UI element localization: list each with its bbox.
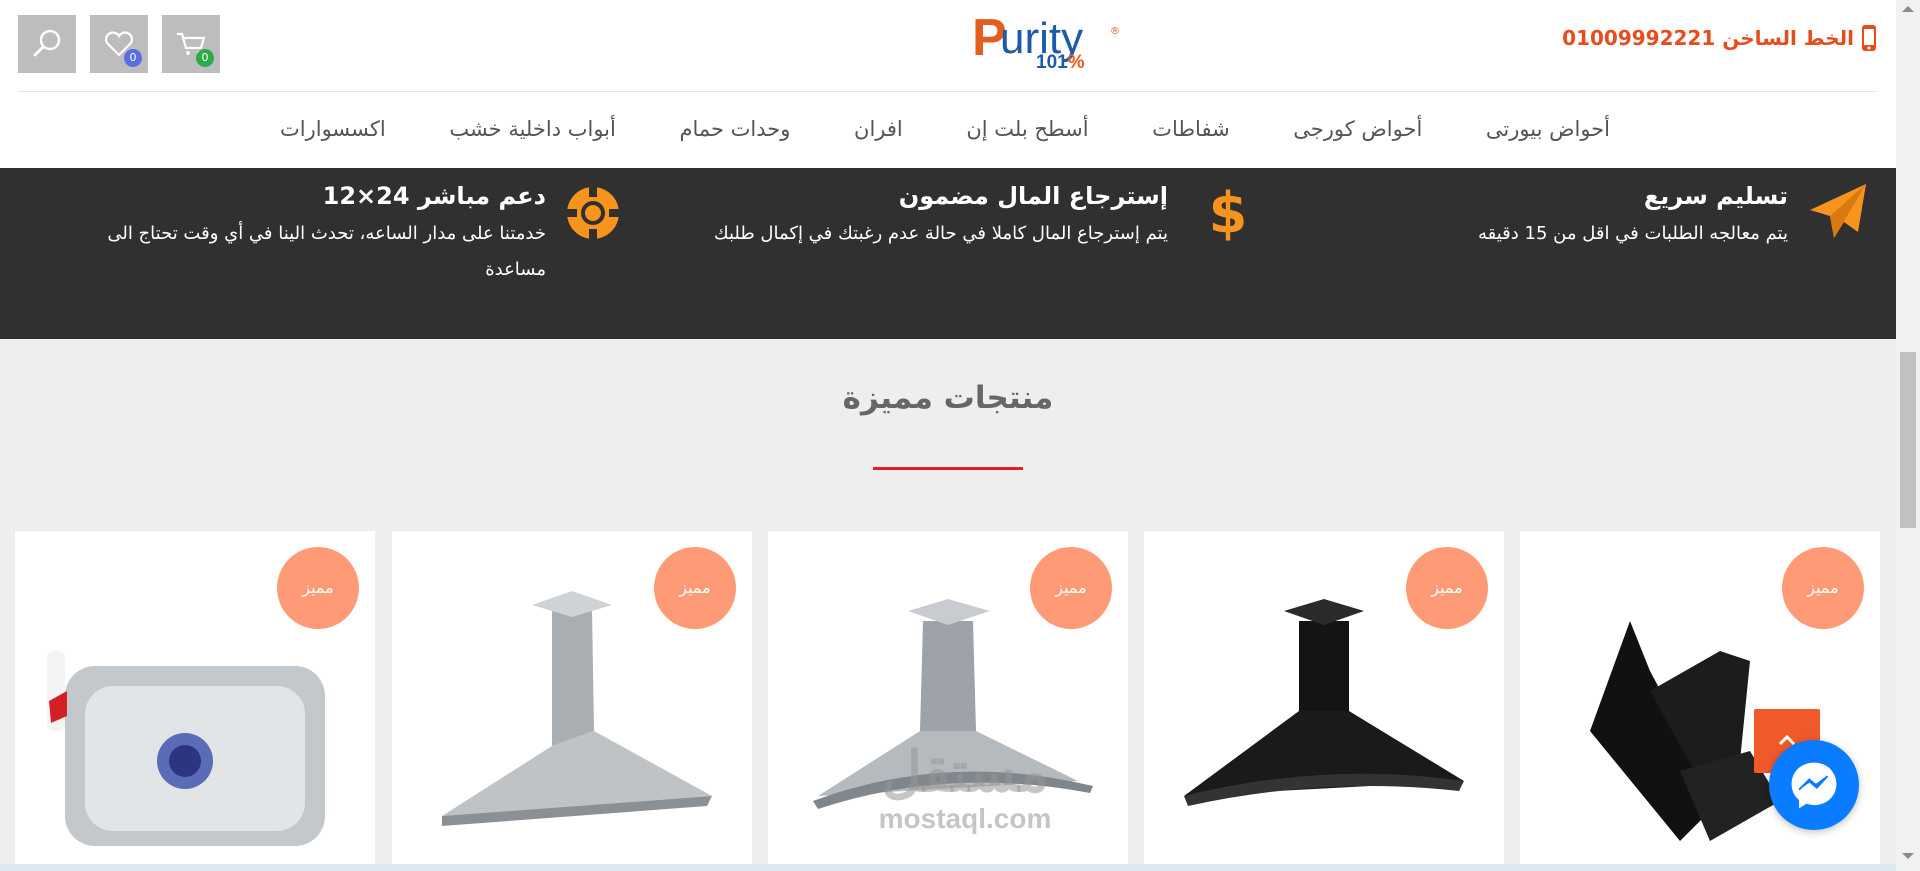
section-underline (873, 467, 1023, 470)
logo-number: 101% (1036, 52, 1085, 73)
wishlist-count-badge: 0 (124, 49, 142, 67)
nav-item-accessories[interactable]: اكسسوارات (280, 112, 386, 152)
watermark-latin: mostaql.com (878, 803, 1052, 834)
watermark-arabic: مستقل (881, 740, 1049, 803)
messenger-chat-button[interactable] (1769, 740, 1859, 830)
nav-item-bathroom-units[interactable]: وحدات حمام (679, 112, 790, 152)
nav-item-hoods[interactable]: شفاطات (1152, 112, 1230, 152)
nav-item-korean-sinks[interactable]: أحواض كورجى (1293, 112, 1422, 152)
product-image-steel-pyramid-hood[interactable] (422, 581, 722, 861)
hotline[interactable]: الخط الساخن 01009992221 (1562, 24, 1878, 52)
feature-money-back: إسترجاع المال مضمون يتم إسترجاع المال كا… (668, 182, 1168, 252)
messenger-icon (1791, 762, 1837, 809)
main-nav: أحواض بيورتى أحواض كورجى شفاطات أسطح بلت… (280, 112, 1610, 152)
feature-desc: خدمتنا على مدار الساعه، تحدث الينا في أي… (107, 223, 546, 280)
feature-title: تسليم سريع (1643, 182, 1788, 210)
product-card[interactable]: مميز (392, 531, 752, 871)
scroll-up-arrow[interactable] (1902, 6, 1914, 12)
page: 0 0 P urity 101% ® الخط الساخن 010099922… (0, 0, 1920, 871)
wishlist-button[interactable]: 0 (90, 15, 148, 73)
dollar-icon: $ (1210, 182, 1246, 242)
section-title: منتجات مميزة (842, 380, 1054, 416)
cart-count-badge: 0 (196, 49, 214, 67)
nav-item-built-in-hobs[interactable]: أسطح بلت إن (966, 112, 1088, 152)
product-image-black-curved-hood[interactable] (1174, 581, 1474, 861)
scrollbar-thumb[interactable] (1900, 352, 1916, 528)
header-divider (18, 91, 1876, 92)
feature-fast-delivery: تسليم سريع يتم معالجه الطلبات في اقل من … (1368, 182, 1788, 252)
site-logo[interactable]: P urity 101% ® (970, 9, 1120, 78)
watermark: مستقل mostaql.com (840, 740, 1090, 834)
nav-item-ovens[interactable]: افران (854, 112, 903, 152)
site-header: 0 0 P urity 101% ® الخط الساخن 010099922… (0, 0, 1896, 168)
feature-title: دعم مباشر 24×12 (322, 182, 546, 210)
nav-item-purity-sinks[interactable]: أحواض بيورتى (1486, 112, 1610, 152)
logo-registered-mark: ® (1110, 26, 1120, 37)
product-card[interactable]: مميز (1144, 531, 1504, 871)
svg-text:$: $ (1210, 182, 1246, 242)
feature-title: إسترجاع المال مضمون (898, 182, 1168, 210)
search-button[interactable] (18, 15, 76, 73)
phone-icon (1862, 25, 1876, 51)
product-image-steel-sink[interactable] (45, 581, 345, 861)
feature-desc: يتم إسترجاع المال كاملا في حالة عدم رغبت… (713, 223, 1168, 244)
cart-button[interactable]: 0 (162, 15, 220, 73)
product-card[interactable]: مميز (15, 531, 375, 871)
nav-item-wooden-doors[interactable]: أبواب داخلية خشب (449, 112, 616, 152)
life-ring-icon (567, 187, 619, 239)
hotline-text: الخط الساخن 01009992221 (1562, 26, 1854, 50)
features-band: تسليم سريع يتم معالجه الطلبات في اقل من … (0, 168, 1896, 339)
search-icon (33, 29, 61, 57)
feature-desc: يتم معالجه الطلبات في اقل من 15 دقيقه (1477, 223, 1788, 244)
horizontal-scrollbar[interactable] (0, 864, 1896, 871)
scroll-down-arrow[interactable] (1902, 853, 1914, 859)
paper-plane-icon (1810, 184, 1866, 238)
vertical-scrollbar[interactable] (1896, 0, 1920, 871)
feature-live-support: دعم مباشر 24×12 خدمتنا على مدار الساعه، … (46, 182, 546, 288)
